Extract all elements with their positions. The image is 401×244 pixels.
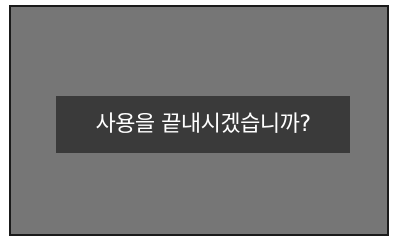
exit-confirmation-dialog[interactable]: 사용을 끝내시겠습니까? <box>56 96 350 153</box>
device-screen: 사용을 끝내시겠습니까? <box>9 5 389 236</box>
dialog-message: 사용을 끝내시겠습니까? <box>95 111 311 137</box>
